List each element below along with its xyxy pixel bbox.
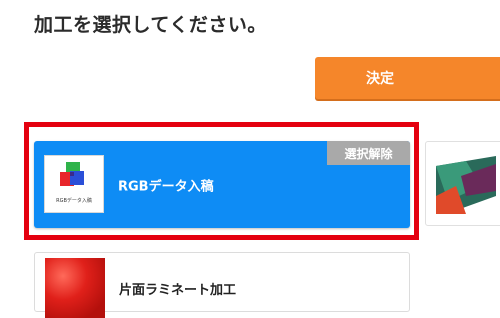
lamination-thumbnail <box>45 258 105 318</box>
rgb-squares-icon <box>60 162 84 186</box>
confirm-button[interactable]: 決定 <box>315 57 500 99</box>
rgb-data-thumbnail: RGBデータ入稿 <box>44 155 104 213</box>
option-card-single-lamination[interactable]: 片面ラミネート加工 <box>34 252 410 318</box>
page-title: 加工を選択してください。 <box>34 14 267 36</box>
side-option-thumbnail <box>436 156 496 214</box>
confirm-button-label: 決定 <box>366 71 394 87</box>
option-card-partial-right[interactable] <box>425 141 500 226</box>
option-label: 片面ラミネート加工 <box>119 283 237 298</box>
deselect-button[interactable]: 選択解除 <box>327 141 410 165</box>
option-label: RGBデータ入稿 <box>118 179 214 194</box>
laminate-sheet-icon <box>436 156 496 214</box>
thumbnail-caption: RGBデータ入稿 <box>56 198 92 204</box>
option-card-rgb-data[interactable]: RGBデータ入稿 RGBデータ入稿 選択解除 <box>34 141 410 228</box>
